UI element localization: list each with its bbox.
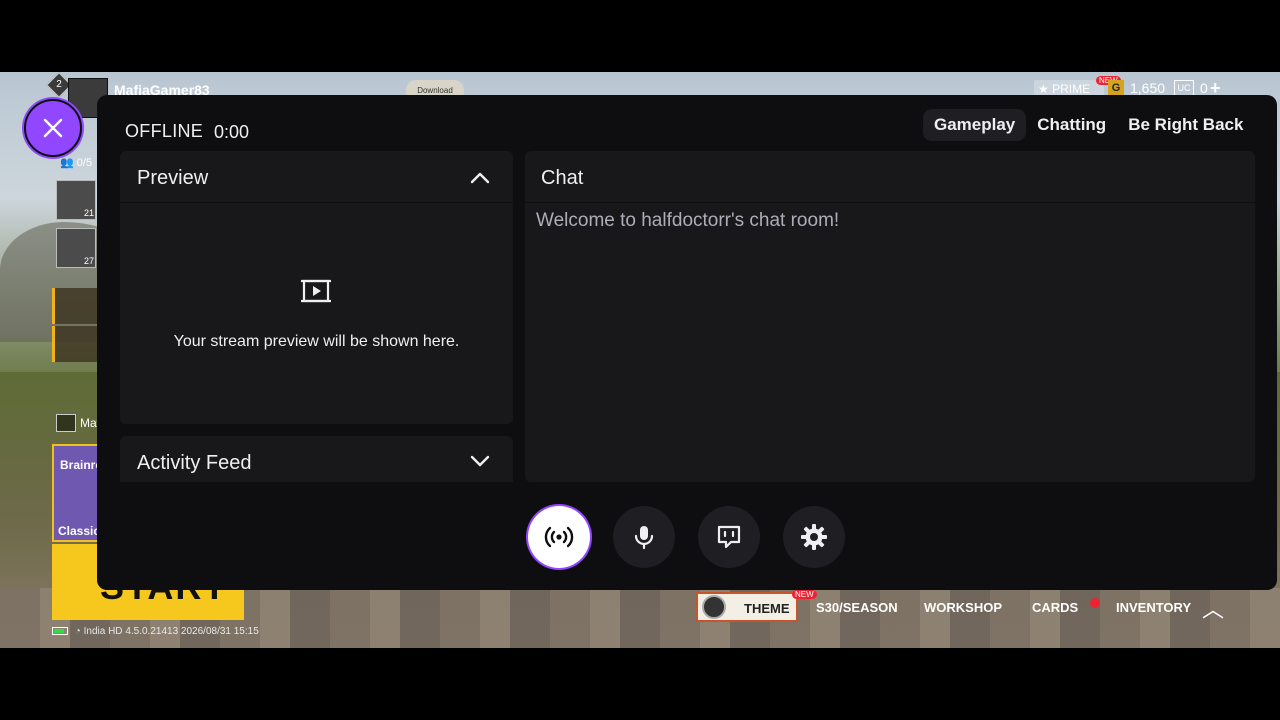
theme-tab[interactable]: THEME NEW: [696, 590, 817, 622]
chat-toggle-button[interactable]: [698, 506, 760, 568]
go-live-button[interactable]: [528, 506, 590, 568]
stream-timer: 0:00: [214, 122, 250, 142]
preview-header[interactable]: Preview: [120, 151, 513, 203]
stream-status: OFFLINE: [125, 121, 204, 141]
chevron-down-icon[interactable]: [469, 450, 491, 472]
match-checkbox[interactable]: [56, 414, 76, 432]
game-bottom-tabs: THEME NEW S30/SEASON WORKSHOP CARDS INVE…: [690, 590, 1250, 626]
tab-be-right-back[interactable]: Be Right Back: [1117, 109, 1254, 141]
chat-title: Chat: [541, 167, 584, 189]
stream-controls: [528, 505, 848, 569]
chevron-up-icon[interactable]: [469, 167, 491, 189]
currency-amount: 1,650: [1130, 80, 1166, 96]
status-version: 4.5.0.21413 2026/08/31 15:15: [125, 626, 259, 637]
preview-placeholder: Your stream preview will be shown here.: [173, 333, 460, 350]
inventory-notification-dot: [1090, 598, 1100, 608]
chevron-up-icon[interactable]: ︿: [1202, 592, 1224, 624]
slot-level: 27: [84, 256, 95, 266]
season-tab[interactable]: S30/SEASON: [816, 600, 898, 615]
cards-tab[interactable]: CARDS: [1032, 600, 1078, 615]
chat-bubble-icon: [717, 525, 741, 549]
mode-card[interactable]: Brainrc Classic: [52, 444, 100, 542]
mode-name: Brainrc: [60, 458, 100, 472]
tab-chatting[interactable]: Chatting: [1026, 109, 1117, 141]
preview-title: Preview: [137, 167, 209, 189]
slot-level: 21: [84, 208, 95, 218]
flag-button[interactable]: [52, 326, 98, 362]
chat-welcome-message: Welcome to halfdoctorr's chat room!: [536, 210, 840, 231]
broadcast-icon: [544, 526, 574, 548]
activity-feed-title: Activity Feed: [137, 452, 252, 474]
inventory-tab[interactable]: INVENTORY: [1116, 600, 1191, 615]
theme-icon: [702, 595, 726, 619]
close-button[interactable]: [24, 99, 82, 157]
theme-new-badge: NEW: [792, 590, 817, 599]
chat-card: Chat Welcome to halfdoctorr's chat room!: [525, 151, 1255, 482]
video-preview-icon: [301, 279, 331, 303]
status-quality: HD: [108, 626, 123, 637]
wifi-icon: ◔: [74, 626, 81, 637]
team-count: 👥 0/5: [60, 157, 93, 169]
status-region: India: [83, 626, 106, 637]
tab-gameplay[interactable]: Gameplay: [923, 109, 1027, 141]
bolt-button[interactable]: [52, 288, 98, 324]
microphone-icon: [634, 526, 654, 550]
chat-header: Chat: [525, 151, 1255, 203]
workshop-tab[interactable]: WORKSHOP: [924, 600, 1002, 615]
preview-card: Preview Your stream preview will be show…: [120, 151, 513, 424]
gear-icon: [801, 524, 827, 550]
scene-tabs: Gameplay Chatting Be Right Back: [923, 109, 1254, 141]
battery-icon: [52, 627, 68, 636]
mode-sub: Classic: [58, 524, 100, 538]
g-coin-icon: G: [1108, 80, 1124, 96]
microphone-button[interactable]: [613, 506, 675, 568]
uc-amount: 0: [1200, 80, 1208, 96]
close-icon: [43, 118, 63, 138]
uc-icon: UC: [1174, 80, 1194, 96]
status-bar: ◔ India HD 4.5.0.21413 2026/08/31 15:15: [52, 626, 259, 637]
activity-feed-card[interactable]: Activity Feed: [120, 436, 513, 482]
settings-button[interactable]: [783, 506, 845, 568]
